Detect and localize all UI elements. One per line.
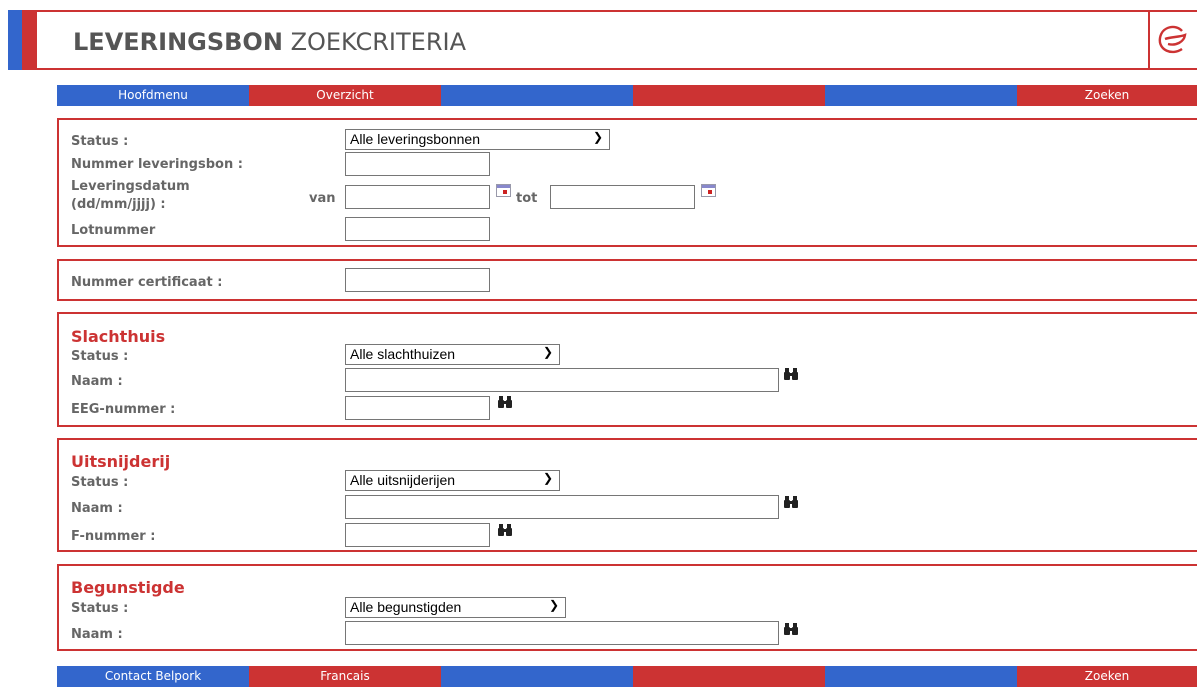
cutting-name-label: Naam : — [71, 501, 123, 516]
cutting-status-value: Alle uitsnijderijen — [350, 472, 456, 488]
beneficiary-name-input[interactable] — [345, 621, 779, 645]
delivery-date-format-label: (dd/mm/jjjj) : — [71, 197, 166, 212]
beneficiary-status-select[interactable]: Alle begunstigden ❯ — [345, 597, 566, 618]
binoculars-search-icon[interactable] — [784, 368, 798, 380]
certificate-label: Nummer certificaat : — [71, 275, 223, 290]
slaughterhouse-status-select[interactable]: Alle slachthuizen ❯ — [345, 344, 560, 365]
slaughterhouse-title: Slachthuis — [71, 327, 166, 346]
calendar-icon[interactable] — [496, 184, 511, 197]
chevron-down-icon: ❯ — [592, 130, 603, 144]
cutting-name-input[interactable] — [345, 495, 779, 519]
slaughterhouse-eeg-label: EEG-nummer : — [71, 402, 176, 417]
slaughterhouse-panel: Slachthuis Status : Alle slachthuizen ❯ … — [57, 312, 1197, 427]
date-to-input[interactable] — [550, 185, 695, 209]
status-label: Status : — [71, 134, 129, 149]
delivery-number-label: Nummer leveringsbon : — [71, 157, 243, 172]
top-nav: Hoofdmenu Overzicht Zoeken — [57, 85, 1197, 106]
slaughterhouse-name-input[interactable] — [345, 368, 779, 392]
delivery-date-label: Leveringsdatum — [71, 179, 190, 194]
nav-zoeken[interactable]: Zoeken — [1017, 85, 1197, 106]
delivery-status-select[interactable]: Alle leveringsbonnen ❯ — [345, 129, 610, 150]
nav-empty-3 — [825, 85, 1017, 106]
cutting-f-input[interactable] — [345, 523, 490, 547]
date-from-input[interactable] — [345, 185, 490, 209]
logo-divider — [1148, 10, 1150, 70]
cutting-plant-panel: Uitsnijderij Status : Alle uitsnijderije… — [57, 438, 1197, 552]
binoculars-search-icon[interactable] — [784, 623, 798, 635]
brand-logo-icon — [1158, 25, 1187, 54]
calendar-icon[interactable] — [701, 184, 716, 197]
nav-empty-2 — [633, 85, 825, 106]
beneficiary-panel: Begunstigde Status : Alle begunstigden ❯… — [57, 564, 1197, 651]
date-from-label: van — [309, 191, 336, 206]
lot-number-label: Lotnummer — [71, 223, 156, 238]
nav-overzicht[interactable]: Overzicht — [249, 85, 441, 106]
nav-hoofdmenu[interactable]: Hoofdmenu — [57, 85, 249, 106]
page-title-normal: ZOEKCRITERIA — [290, 28, 466, 56]
slaughterhouse-name-label: Naam : — [71, 374, 123, 389]
certificate-input[interactable] — [345, 268, 490, 292]
nav-empty-1 — [441, 85, 633, 106]
beneficiary-name-label: Naam : — [71, 627, 123, 642]
chevron-down-icon: ❯ — [542, 471, 553, 485]
date-to-label: tot — [516, 191, 538, 206]
header-red-stripe — [22, 10, 35, 70]
cutting-title: Uitsnijderij — [71, 452, 171, 471]
binoculars-search-icon[interactable] — [498, 396, 512, 408]
lot-number-input[interactable] — [345, 217, 490, 241]
beneficiary-status-value: Alle begunstigden — [350, 599, 462, 615]
slaughterhouse-status-label: Status : — [71, 349, 129, 364]
binoculars-search-icon[interactable] — [498, 524, 512, 536]
slaughterhouse-status-value: Alle slachthuizen — [350, 346, 456, 362]
page-title: LEVERINGSBON ZOEKCRITERIA — [73, 28, 466, 56]
page-title-bold: LEVERINGSBON — [73, 28, 283, 56]
beneficiary-title: Begunstigde — [71, 578, 185, 597]
cutting-status-label: Status : — [71, 475, 129, 490]
delivery-number-input[interactable] — [345, 152, 490, 176]
chevron-down-icon: ❯ — [548, 598, 559, 612]
binoculars-search-icon[interactable] — [784, 496, 798, 508]
beneficiary-status-label: Status : — [71, 601, 129, 616]
delivery-criteria-panel: Status : Alle leveringsbonnen ❯ Nummer l… — [57, 118, 1197, 247]
cutting-status-select[interactable]: Alle uitsnijderijen ❯ — [345, 470, 560, 491]
certificate-panel: Nummer certificaat : — [57, 259, 1197, 301]
slaughterhouse-eeg-input[interactable] — [345, 396, 490, 420]
chevron-down-icon: ❯ — [542, 345, 553, 359]
cutting-f-label: F-nummer : — [71, 529, 156, 544]
delivery-status-value: Alle leveringsbonnen — [350, 131, 480, 147]
